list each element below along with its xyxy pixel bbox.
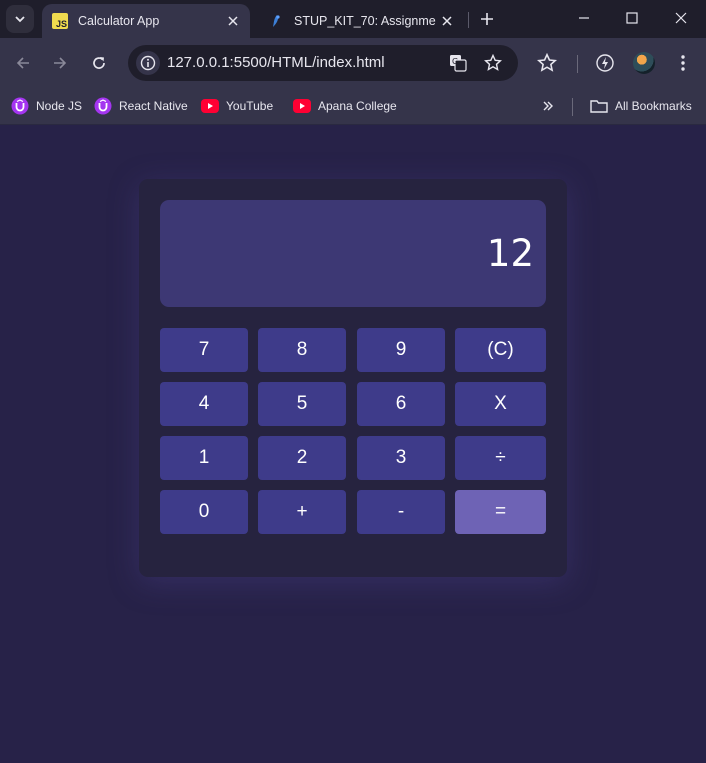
more-bookmarks-button[interactable] xyxy=(538,96,558,116)
calculator: 12 7 8 9 (C) 4 5 6 X 1 2 3 ÷ 0 + - = xyxy=(139,179,567,577)
tab-stup-kit[interactable]: STUP_KIT_70: Assignment xyxy=(258,4,464,38)
youtube-icon xyxy=(293,97,311,115)
bookmarks-bar: Node JS React Native YouTube Apana Colle… xyxy=(0,89,706,125)
star-icon xyxy=(484,54,502,71)
minimize-icon xyxy=(579,17,589,19)
equals-button[interactable]: = xyxy=(455,490,546,534)
clear-button[interactable]: (C) xyxy=(455,328,546,372)
translate-icon: G xyxy=(450,55,467,72)
key-9[interactable]: 9 xyxy=(357,328,445,372)
info-icon xyxy=(140,55,156,71)
plus-icon xyxy=(481,13,493,25)
url-text[interactable]: 127.0.0.1:5500/HTML/index.html xyxy=(167,54,385,71)
arrow-right-icon xyxy=(54,57,67,69)
bookmark-star-button[interactable] xyxy=(483,53,503,73)
bookmark-label: Node JS xyxy=(36,99,83,113)
udemy-icon xyxy=(11,97,29,115)
site-info-button[interactable] xyxy=(136,51,160,75)
maximize-button[interactable] xyxy=(617,4,647,32)
multiply-button[interactable]: X xyxy=(455,382,546,426)
js-icon-label: JS xyxy=(55,19,67,29)
key-6[interactable]: 6 xyxy=(357,382,445,426)
key-3[interactable]: 3 xyxy=(357,436,445,480)
key-0[interactable]: 0 xyxy=(160,490,248,534)
key-7[interactable]: 7 xyxy=(160,328,248,372)
minimize-button[interactable] xyxy=(569,4,599,32)
menu-button[interactable] xyxy=(672,52,694,74)
bookmarks-divider xyxy=(572,98,573,116)
bookmark-label: YouTube xyxy=(226,99,274,113)
close-window-button[interactable] xyxy=(666,4,696,32)
star-extension-icon xyxy=(537,53,557,72)
performance-button[interactable] xyxy=(594,52,616,74)
bookmark-apana-college[interactable]: Apana College xyxy=(293,95,397,117)
calculator-display: 12 xyxy=(160,200,546,307)
reload-button[interactable] xyxy=(87,51,111,75)
display-value: 12 xyxy=(486,232,534,275)
key-4[interactable]: 4 xyxy=(160,382,248,426)
toolbar-divider xyxy=(577,55,578,73)
tab-calculator-app[interactable]: JS Calculator App xyxy=(42,4,250,38)
key-2[interactable]: 2 xyxy=(258,436,346,480)
new-tab-button[interactable] xyxy=(475,7,499,31)
lightning-icon xyxy=(596,54,614,72)
plus-button[interactable]: + xyxy=(258,490,346,534)
folder-icon xyxy=(590,97,608,115)
arrow-left-icon xyxy=(16,57,29,69)
forward-button[interactable] xyxy=(48,51,72,75)
tab-divider xyxy=(468,12,469,28)
bookmark-youtube[interactable]: YouTube xyxy=(201,95,273,117)
youtube-icon xyxy=(201,97,219,115)
key-1[interactable]: 1 xyxy=(160,436,248,480)
close-tab-button[interactable] xyxy=(222,10,244,32)
tab-title: STUP_KIT_70: Assignment xyxy=(294,14,436,28)
extensions-button[interactable] xyxy=(536,52,558,74)
minus-button[interactable]: - xyxy=(357,490,445,534)
tab-search-button[interactable] xyxy=(6,5,34,33)
translate-button[interactable]: G xyxy=(448,53,468,73)
bookmark-label: Apana College xyxy=(318,99,397,113)
close-icon xyxy=(228,16,238,26)
profile-avatar[interactable] xyxy=(633,52,655,74)
double-chevron-right-icon xyxy=(543,101,553,111)
chevron-down-icon xyxy=(15,16,25,23)
close-icon xyxy=(442,16,452,26)
tab-title: Calculator App xyxy=(78,14,160,28)
browser-toolbar: 127.0.0.1:5500/HTML/index.html G xyxy=(0,38,706,89)
maximize-icon xyxy=(626,12,638,24)
key-8[interactable]: 8 xyxy=(258,328,346,372)
back-button[interactable] xyxy=(11,51,35,75)
more-vertical-icon xyxy=(681,55,685,71)
address-bar[interactable]: 127.0.0.1:5500/HTML/index.html G xyxy=(128,45,518,81)
bookmark-label: React Native xyxy=(119,99,188,113)
close-tab-button[interactable] xyxy=(436,10,458,32)
bird-icon xyxy=(268,13,284,29)
key-5[interactable]: 5 xyxy=(258,382,346,426)
tab-bar: JS Calculator App STUP_KIT_70: Assignmen… xyxy=(0,0,706,38)
close-icon xyxy=(675,12,687,24)
udemy-icon xyxy=(94,97,112,115)
divide-button[interactable]: ÷ xyxy=(455,436,546,480)
bookmark-react-native[interactable]: React Native xyxy=(94,95,188,117)
js-icon: JS xyxy=(52,13,68,29)
svg-text:G: G xyxy=(452,57,458,66)
reload-icon xyxy=(93,57,105,69)
all-bookmarks-button[interactable]: All Bookmarks xyxy=(590,95,692,117)
bookmark-node-js[interactable]: Node JS xyxy=(11,95,82,117)
all-bookmarks-label: All Bookmarks xyxy=(615,99,692,113)
